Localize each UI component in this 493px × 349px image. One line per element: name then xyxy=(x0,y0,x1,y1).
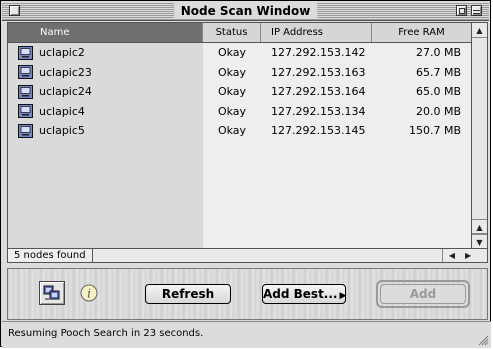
scroll-down-arrow-icon[interactable]: ▼ xyxy=(472,234,487,249)
cell-name: uclapic5 xyxy=(8,123,203,138)
cell-name: uclapic4 xyxy=(8,104,203,119)
list-header: Name Status IP Address Free RAM xyxy=(8,23,471,43)
cell-status: Okay xyxy=(217,65,247,79)
list-status-bar: 5 nodes found ◀▶ xyxy=(8,248,487,262)
popup-arrow-icon: ▶ xyxy=(339,291,347,301)
title-bar[interactable]: Node Scan Window xyxy=(2,2,489,21)
cell-ip-address: 127.292.153.142 xyxy=(271,46,366,60)
scroll-up-arrow-bottom-icon[interactable]: ▲ xyxy=(472,219,487,234)
column-header-name[interactable]: Name xyxy=(8,23,203,42)
table-row[interactable]: uclapic24 Okay 127.292.153.164 65.0 MB xyxy=(8,82,471,102)
add-best-button[interactable]: Add Best... ▶ xyxy=(262,284,346,304)
column-header-ip[interactable]: IP Address xyxy=(261,23,372,42)
cell-ip-address: 127.292.153.134 xyxy=(271,104,366,118)
node-computer-icon xyxy=(18,104,33,119)
close-box[interactable] xyxy=(9,5,20,16)
cell-free-ram: 65.7 MB xyxy=(415,65,461,79)
list-rows: uclapic2 Okay 127.292.153.142 27.0 MB uclapi… xyxy=(8,43,471,249)
window-title: Node Scan Window xyxy=(173,3,318,19)
node-computer-icon xyxy=(18,123,33,138)
table-row[interactable]: uclapic23 Okay 127.292.153.163 65.7 MB xyxy=(8,63,471,83)
table-row[interactable]: uclapic5 Okay 127.292.153.145 150.7 MB xyxy=(8,121,471,141)
resize-grip-icon[interactable] xyxy=(476,333,489,346)
button-panel: i Refresh Add Best... ▶ Add xyxy=(7,268,488,320)
cell-free-ram: 150.7 MB xyxy=(408,124,461,138)
cell-ip-address: 127.292.153.163 xyxy=(271,65,366,79)
vertical-scrollbar[interactable]: ▲ ▲ ▼ xyxy=(471,23,487,249)
cell-status: Okay xyxy=(217,85,247,99)
column-header-ram[interactable]: Free RAM xyxy=(372,23,471,42)
node-name: uclapic23 xyxy=(39,65,92,79)
cell-ip-address: 127.292.153.145 xyxy=(271,124,366,138)
node-name: uclapic2 xyxy=(39,46,85,60)
cell-free-ram: 65.0 MB xyxy=(415,85,461,99)
cell-free-ram: 20.0 MB xyxy=(415,104,461,118)
svg-text:i: i xyxy=(87,287,91,301)
add-best-label: Add Best... xyxy=(263,287,338,301)
info-button[interactable]: i xyxy=(76,281,102,305)
node-name: uclapic5 xyxy=(39,124,85,138)
add-button[interactable]: Add xyxy=(380,284,466,304)
info-icon: i xyxy=(80,284,98,302)
cell-status: Okay xyxy=(217,124,247,138)
node-count: 5 nodes found xyxy=(8,249,93,262)
zoom-box[interactable] xyxy=(456,5,467,16)
cell-name: uclapic2 xyxy=(8,45,203,60)
network-nodes-icon xyxy=(43,285,60,300)
network-nodes-button[interactable] xyxy=(39,281,65,305)
collapse-box[interactable] xyxy=(471,5,482,16)
node-computer-icon xyxy=(18,65,33,80)
cell-free-ram: 27.0 MB xyxy=(415,46,461,60)
footer-status: Resuming Pooch Search in 23 seconds. xyxy=(2,321,491,348)
cell-name: uclapic24 xyxy=(8,84,203,99)
node-name: uclapic24 xyxy=(39,85,92,99)
cell-status: Okay xyxy=(217,46,247,60)
cell-name: uclapic23 xyxy=(8,65,203,80)
node-computer-icon xyxy=(18,84,33,99)
node-scan-window: Node Scan Window Name Status IP Address … xyxy=(0,0,491,348)
refresh-button[interactable]: Refresh xyxy=(145,284,231,304)
node-computer-icon xyxy=(18,45,33,60)
node-name: uclapic4 xyxy=(39,104,85,118)
horizontal-scroll-arrows[interactable]: ◀▶ xyxy=(442,249,487,262)
cell-status: Okay xyxy=(217,104,247,118)
column-header-status[interactable]: Status xyxy=(203,23,261,42)
node-list: Name Status IP Address Free RAM uclapic2… xyxy=(7,22,488,263)
cell-ip-address: 127.292.153.164 xyxy=(271,85,366,99)
table-row[interactable]: uclapic4 Okay 127.292.153.134 20.0 MB xyxy=(8,102,471,122)
table-row[interactable]: uclapic2 Okay 127.292.153.142 27.0 MB xyxy=(8,43,471,63)
scroll-up-arrow-icon[interactable]: ▲ xyxy=(472,23,487,38)
footer-message: Resuming Pooch Search in 23 seconds. xyxy=(8,328,204,339)
